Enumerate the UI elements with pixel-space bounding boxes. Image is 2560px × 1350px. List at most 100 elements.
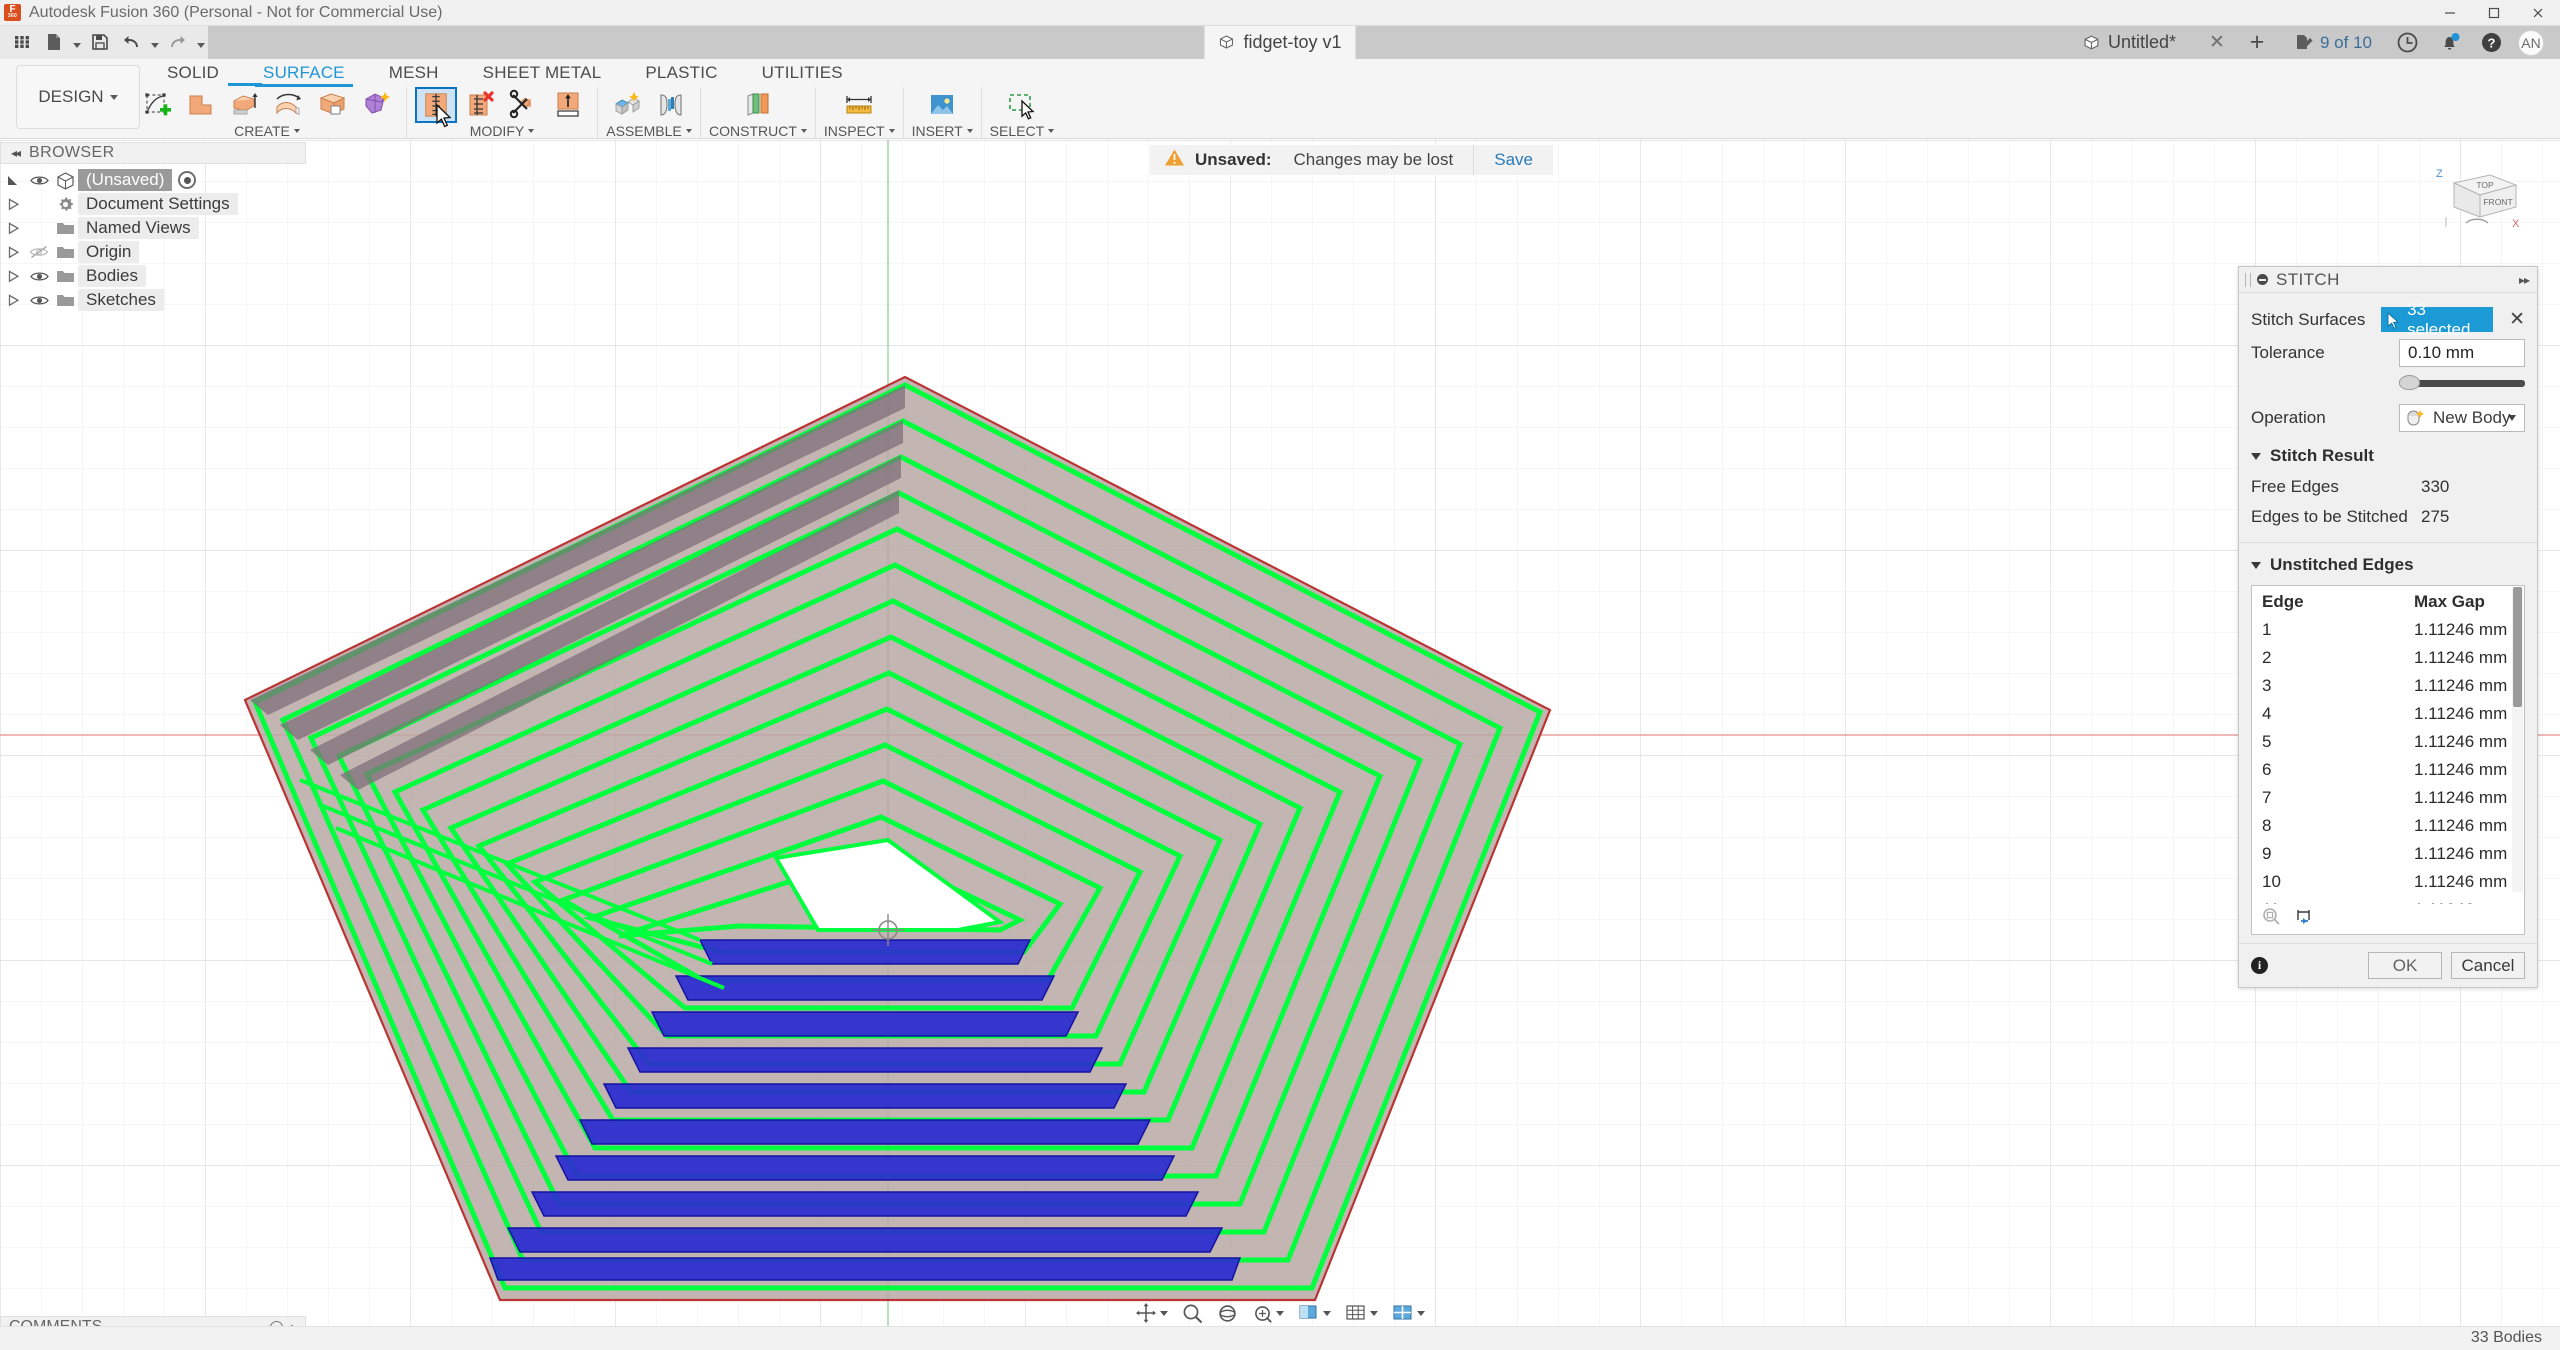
job-status-clock-icon[interactable]: [2386, 26, 2428, 59]
expand-right-icon[interactable]: ▸▸: [2519, 273, 2529, 287]
table-body[interactable]: 11.11246 mm21.11246 mm31.11246 mm41.1124…: [2252, 616, 2524, 904]
loft-icon[interactable]: [356, 87, 398, 123]
slider-knob[interactable]: [2399, 375, 2420, 390]
chevron-down-icon[interactable]: [2508, 415, 2516, 421]
view-cube[interactable]: Z TOP FRONT X: [2432, 165, 2522, 245]
table-row[interactable]: 21.11246 mm: [2252, 644, 2524, 672]
sweep-icon[interactable]: [268, 87, 310, 123]
tolerance-input[interactable]: 0.10 mm: [2399, 339, 2525, 367]
table-row[interactable]: 111.11246 mm: [2252, 896, 2524, 904]
workspace-selector[interactable]: DESIGN: [16, 65, 140, 129]
browser-header[interactable]: ◂◂ BROWSER: [0, 142, 306, 164]
save-link[interactable]: Save: [1473, 145, 1553, 175]
table-row[interactable]: 31.11246 mm: [2252, 672, 2524, 700]
tab-sheet-metal[interactable]: SHEET METAL: [461, 59, 624, 87]
look-at-icon[interactable]: [1246, 1299, 1290, 1327]
revolve-icon[interactable]: [224, 87, 266, 123]
tree-row-document-settings[interactable]: Document Settings: [0, 192, 306, 216]
table-row[interactable]: 51.11246 mm: [2252, 728, 2524, 756]
table-row[interactable]: 101.11246 mm: [2252, 868, 2524, 896]
panel-assemble-label[interactable]: ASSEMBLE: [606, 123, 691, 139]
viewports-icon[interactable]: [1386, 1299, 1431, 1327]
tolerance-slider[interactable]: [2399, 375, 2525, 389]
table-row[interactable]: 61.11246 mm: [2252, 756, 2524, 784]
visibility-eye-icon[interactable]: [26, 174, 52, 187]
notifications-bell-icon[interactable]: [2428, 26, 2470, 59]
new-component-icon[interactable]: [606, 87, 648, 123]
table-scrollbar[interactable]: [2512, 587, 2523, 892]
tree-row-origin[interactable]: Origin: [0, 240, 306, 264]
panel-insert-label[interactable]: INSERT: [912, 123, 973, 139]
visibility-eye-off-icon[interactable]: [26, 245, 52, 259]
expand-arrow-icon[interactable]: [0, 269, 26, 283]
panel-construct-label[interactable]: CONSTRUCT: [709, 123, 807, 139]
tree-row-bodies[interactable]: Bodies: [0, 264, 306, 288]
zoom-icon[interactable]: [1176, 1299, 1209, 1327]
clear-selection-icon[interactable]: ✕: [2493, 308, 2525, 331]
table-row[interactable]: 11.11246 mm: [2252, 616, 2524, 644]
panel-inspect-label[interactable]: INSPECT: [824, 123, 895, 139]
close-window-button[interactable]: [2516, 0, 2560, 26]
document-tab-fidget-toy[interactable]: fidget-toy v1: [1204, 26, 1355, 59]
tree-row-root[interactable]: (Unsaved): [0, 168, 306, 192]
slider-track[interactable]: [2413, 380, 2525, 387]
cancel-button[interactable]: Cancel: [2451, 952, 2525, 979]
panel-select-label[interactable]: SELECT: [990, 123, 1054, 139]
grid-snap-icon[interactable]: [1339, 1299, 1384, 1327]
info-icon[interactable]: i: [2251, 957, 2268, 974]
avatar[interactable]: AN: [2518, 30, 2544, 56]
panel-modify-label[interactable]: MODIFY: [470, 123, 534, 139]
app-grid-icon[interactable]: [6, 27, 38, 57]
undo-icon[interactable]: [116, 27, 148, 57]
create-sketch-icon[interactable]: [136, 87, 178, 123]
dialog-title-bar[interactable]: STITCH ▸▸: [2239, 267, 2537, 293]
close-tab-button[interactable]: ✕: [2200, 26, 2234, 59]
tab-plastic[interactable]: PLASTIC: [623, 59, 739, 87]
insert-image-icon[interactable]: [921, 87, 963, 123]
selection-count-button[interactable]: 33 selected: [2381, 307, 2493, 332]
orbit-icon[interactable]: [1211, 1299, 1244, 1327]
section-unstitched-edges[interactable]: Unstitched Edges: [2239, 543, 2537, 581]
scrollbar-thumb[interactable]: [2513, 587, 2522, 707]
activate-component-radio[interactable]: [178, 171, 196, 189]
undo-caret-icon[interactable]: [148, 27, 162, 57]
window-selection-icon[interactable]: [1001, 87, 1043, 123]
table-row[interactable]: 71.11246 mm: [2252, 784, 2524, 812]
minimize-button[interactable]: [2428, 0, 2472, 26]
tab-utilities[interactable]: UTILITIES: [740, 59, 865, 87]
trim-icon[interactable]: [503, 87, 545, 123]
untitled-tab[interactable]: Untitled*: [2083, 32, 2200, 53]
collapse-left-icon[interactable]: ◂◂: [11, 146, 19, 160]
expand-arrow-icon[interactable]: [0, 197, 26, 211]
expand-arrow-icon[interactable]: [0, 173, 26, 187]
measure-gap-icon[interactable]: [2295, 907, 2316, 931]
expand-arrow-icon[interactable]: [0, 245, 26, 259]
measure-icon[interactable]: [838, 87, 880, 123]
new-document-icon[interactable]: [38, 27, 70, 57]
expand-arrow-icon[interactable]: [0, 221, 26, 235]
tab-solid[interactable]: SOLID: [145, 59, 241, 87]
maximize-button[interactable]: [2472, 0, 2516, 26]
joint-icon[interactable]: [650, 87, 692, 123]
help-question-icon[interactable]: ?: [2470, 26, 2512, 59]
panel-create-label[interactable]: CREATE: [234, 123, 300, 139]
extrude-icon[interactable]: [180, 87, 222, 123]
tree-row-sketches[interactable]: Sketches: [0, 288, 306, 312]
expand-arrow-icon[interactable]: [0, 293, 26, 307]
pan-icon[interactable]: [1129, 1299, 1174, 1327]
new-document-caret-icon[interactable]: [70, 27, 84, 57]
collapse-dot-icon[interactable]: [2257, 274, 2268, 285]
table-row[interactable]: 41.11246 mm: [2252, 700, 2524, 728]
tree-row-named-views[interactable]: Named Views: [0, 216, 306, 240]
display-settings-icon[interactable]: [1292, 1299, 1337, 1327]
zoom-to-selection-icon[interactable]: [2262, 907, 2281, 931]
table-row[interactable]: 91.11246 mm: [2252, 840, 2524, 868]
unstitch-icon[interactable]: [459, 87, 501, 123]
tab-mesh[interactable]: MESH: [367, 59, 461, 87]
visibility-eye-icon[interactable]: [26, 294, 52, 307]
document-count[interactable]: 9 of 10: [2280, 33, 2386, 53]
new-tab-button[interactable]: +: [2234, 26, 2280, 59]
stitch-icon[interactable]: [415, 87, 457, 123]
extend-icon[interactable]: [547, 87, 589, 123]
modeling-canvas[interactable]: [0, 140, 2560, 1330]
